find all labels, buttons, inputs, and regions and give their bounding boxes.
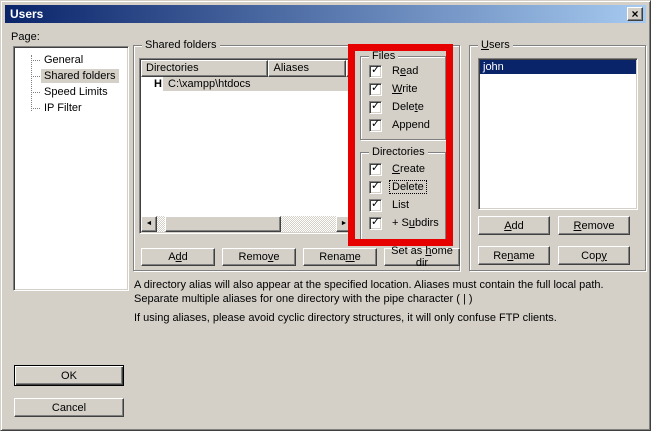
user-name: john: [483, 61, 504, 73]
home-dir-marker: H: [154, 77, 162, 91]
checkbox-append[interactable]: ✓ Append: [369, 119, 432, 133]
shared-add-button[interactable]: Add: [141, 248, 215, 266]
check-icon: ✓: [371, 216, 380, 229]
page-list[interactable]: General Shared folders Speed Limits IP F…: [13, 46, 129, 291]
check-icon: ✓: [371, 64, 380, 77]
directories-group: Directories ✓Create ✓Delete ✓List ✓+ Sub…: [360, 152, 446, 242]
check-icon: ✓: [371, 118, 380, 131]
checkbox-box[interactable]: ✓: [369, 83, 382, 96]
cancel-button[interactable]: Cancel: [14, 398, 124, 417]
checkbox-box[interactable]: ✓: [369, 163, 382, 176]
directory-row[interactable]: H C:\xampp\htdocs: [141, 77, 352, 91]
scrollbar-thumb[interactable]: [165, 216, 281, 232]
checkbox-label: Append: [390, 119, 432, 131]
checkbox-box[interactable]: ✓: [369, 217, 382, 230]
user-remove-button[interactable]: Remove: [558, 216, 630, 235]
page-label: Page:: [11, 31, 40, 43]
checkbox-box[interactable]: ✓: [369, 119, 382, 132]
sidebar-item-general[interactable]: General: [14, 52, 126, 68]
shared-remove-button[interactable]: Remove: [222, 248, 296, 266]
check-icon: ✓: [371, 180, 380, 193]
files-group: Files ✓Read ✓Write ✓Delete ✓Append: [360, 56, 446, 140]
sidebar-item-label: IP Filter: [41, 101, 85, 115]
check-icon: ✓: [371, 198, 380, 211]
tree-branch-line: [31, 76, 40, 77]
check-icon: ✓: [371, 100, 380, 113]
files-group-label: Files: [369, 50, 398, 62]
user-copy-button[interactable]: Copy: [558, 246, 630, 265]
checkbox-label: Create: [390, 163, 427, 175]
user-add-button[interactable]: Add: [478, 216, 550, 235]
shared-folders-group: Shared folders Directories Aliases H C:\…: [133, 45, 460, 271]
tree-branch-line: [31, 60, 40, 61]
checkbox-label-focused: Delete: [390, 181, 426, 193]
sidebar-item-ip-filter[interactable]: IP Filter: [14, 100, 126, 116]
user-row-selected[interactable]: john: [480, 60, 636, 74]
users-group-label: Users: [478, 39, 513, 51]
users-group: Users john Add Remove Rename Copy: [469, 45, 646, 271]
window-title: Users: [5, 7, 43, 21]
arrow-right-icon: ►: [341, 220, 348, 227]
checkbox-read[interactable]: ✓ Read: [369, 65, 420, 79]
tree-branch-line: [31, 108, 40, 109]
set-as-home-dir-button[interactable]: Set as home dir: [384, 248, 460, 266]
tree-branch-line: [31, 92, 40, 93]
checkbox-label: Delete: [390, 101, 426, 113]
checkbox-label: + Subdirs: [390, 217, 441, 229]
checkbox-box[interactable]: ✓: [369, 65, 382, 78]
checkbox-label: List: [390, 199, 411, 211]
users-dialog: Users × Page: General Shared folders Spe…: [0, 0, 651, 431]
check-icon: ✓: [371, 162, 380, 175]
checkbox-create[interactable]: ✓ Create: [369, 163, 427, 177]
shared-folders-group-label: Shared folders: [142, 39, 220, 51]
close-button[interactable]: ×: [627, 7, 643, 21]
shared-rename-button[interactable]: Rename: [303, 248, 377, 266]
sidebar-item-label-selected: Shared folders: [41, 69, 119, 83]
checkbox-delete-file[interactable]: ✓ Delete: [369, 101, 426, 115]
directory-row-selection: C:\xampp\htdocs: [163, 77, 352, 91]
sidebar-item-label: General: [41, 53, 86, 67]
scroll-right-button[interactable]: ►: [336, 216, 352, 232]
checkbox-delete-dir[interactable]: ✓ Delete: [369, 181, 426, 195]
directories-list[interactable]: Directories Aliases H C:\xampp\htdocs ◄ …: [139, 58, 354, 234]
checkbox-label: Write: [390, 83, 419, 95]
check-icon: ✓: [371, 82, 380, 95]
window-titlebar[interactable]: Users ×: [5, 5, 646, 23]
sidebar-item-speed-limits[interactable]: Speed Limits: [14, 84, 126, 100]
checkbox-box[interactable]: ✓: [369, 181, 382, 194]
checkbox-box[interactable]: ✓: [369, 199, 382, 212]
directories-group-label: Directories: [369, 146, 428, 158]
ok-button[interactable]: OK: [14, 365, 124, 386]
scroll-left-button[interactable]: ◄: [141, 216, 157, 232]
column-header-aliases[interactable]: Aliases: [268, 60, 346, 77]
alias-note-text: A directory alias will also appear at th…: [134, 278, 639, 306]
checkbox-subdirs[interactable]: ✓ + Subdirs: [369, 217, 441, 231]
sidebar-item-label: Speed Limits: [41, 85, 111, 99]
users-list[interactable]: john: [478, 58, 638, 210]
column-header-filler: [346, 60, 352, 77]
arrow-left-icon: ◄: [146, 220, 153, 227]
checkbox-write[interactable]: ✓ Write: [369, 83, 419, 97]
sidebar-item-shared-folders[interactable]: Shared folders: [14, 68, 126, 84]
directories-list-header: Directories Aliases: [141, 60, 352, 77]
close-icon: ×: [631, 7, 638, 21]
checkbox-list[interactable]: ✓ List: [369, 199, 411, 213]
checkbox-box[interactable]: ✓: [369, 101, 382, 114]
cyclic-note-text: If using aliases, please avoid cyclic di…: [134, 311, 639, 325]
directory-path: C:\xampp\htdocs: [168, 78, 251, 90]
horizontal-scrollbar[interactable]: ◄ ►: [141, 216, 352, 232]
column-header-directories[interactable]: Directories: [141, 60, 268, 77]
checkbox-label: Read: [390, 65, 420, 77]
user-rename-button[interactable]: Rename: [478, 246, 550, 265]
